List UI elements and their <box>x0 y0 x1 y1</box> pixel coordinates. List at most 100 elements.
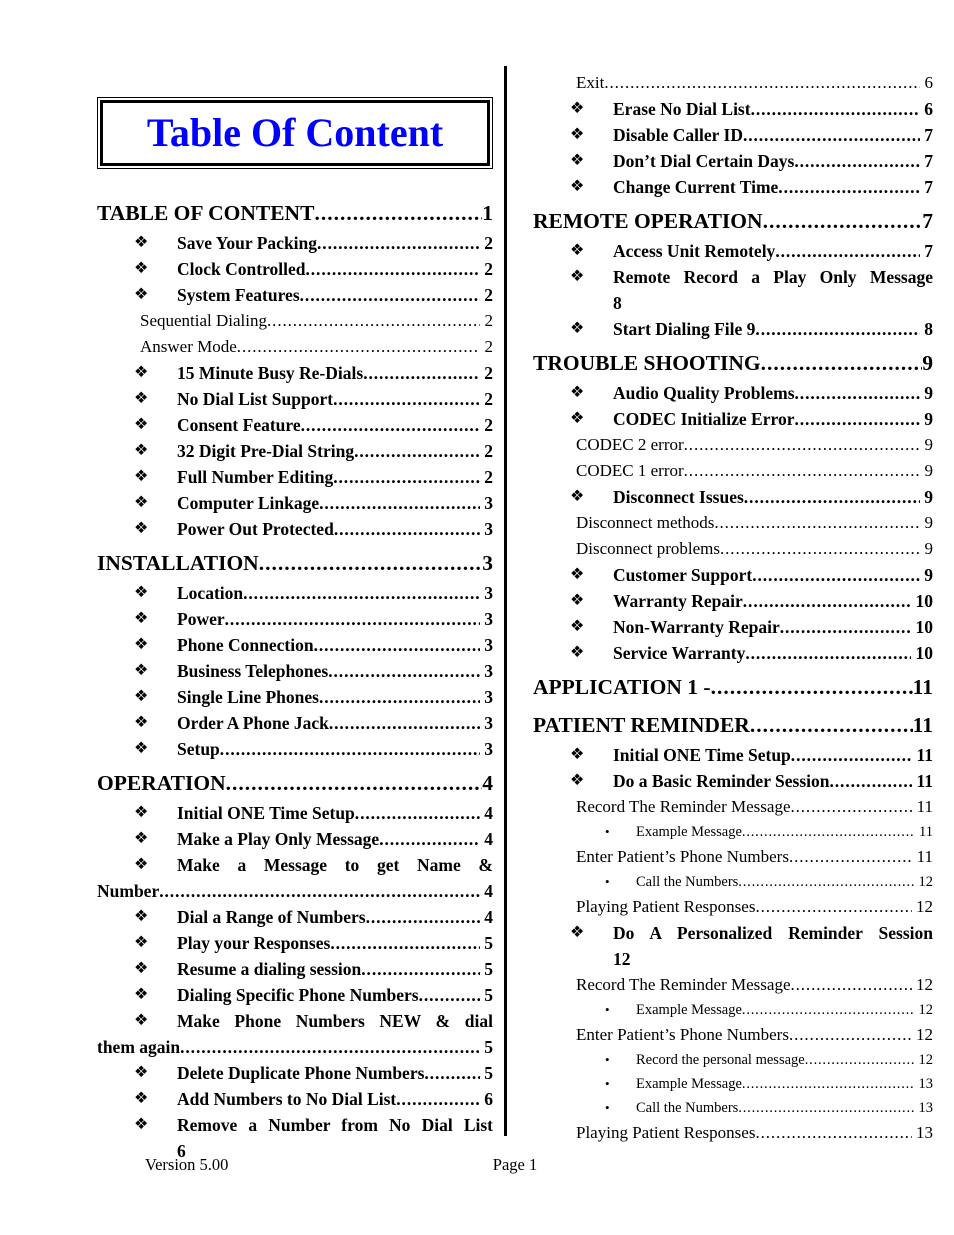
toc-entry-level-2[interactable]: ❖ Single Line Phones.....................… <box>97 684 493 710</box>
toc-entry-page-number: 1 <box>482 201 493 225</box>
toc-entry-level-2[interactable]: ❖ Initial ONE Time Setup.................… <box>533 742 933 768</box>
toc-entry-level-2[interactable]: ❖ Delete Duplicate Phone Numbers.........… <box>97 1060 493 1086</box>
toc-entry-level-2[interactable]: ❖ Initial ONE Time Setup.................… <box>97 800 493 826</box>
toc-entry-level-2[interactable]: ❖ Save Your Packing......................… <box>97 230 493 256</box>
diamond-bullet-icon: ❖ <box>134 830 149 847</box>
toc-entry-label: Phone Connection <box>177 635 314 655</box>
dot-leader: ........................................… <box>741 1002 915 1018</box>
toc-entry-level-1[interactable]: TABLE OF CONTENT........................… <box>97 197 493 230</box>
toc-entry-level-3[interactable]: CODEC 2 error...........................… <box>533 432 933 458</box>
toc-entry-level-2[interactable]: ❖ Don’t Dial Certain Days................… <box>533 148 933 174</box>
dot-leader: ........................................… <box>742 591 912 611</box>
toc-entry-level-1[interactable]: TROUBLE SHOOTING........................… <box>533 347 933 380</box>
toc-entry-level-2[interactable]: ❖ Audio Quality Problems.................… <box>533 380 933 406</box>
toc-entry-level-3[interactable]: Record The Reminder Message.............… <box>533 972 933 998</box>
toc-entry-page-number: 6 <box>919 99 933 119</box>
toc-entry-level-1[interactable]: INSTALLATION............................… <box>97 547 493 580</box>
toc-entry-label: Disable Caller ID <box>613 125 743 145</box>
diamond-bullet-icon: ❖ <box>134 234 149 251</box>
toc-entry-level-2[interactable]: ❖ Warranty Repair........................… <box>533 588 933 614</box>
toc-entry-level-2[interactable]: ❖ Remote Record a Play Only Message 8 <box>533 264 933 316</box>
toc-entry-level-2[interactable]: ❖ System Features........................… <box>97 282 493 308</box>
dot-leader: ........................................… <box>790 745 913 765</box>
toc-entry-level-2[interactable]: ❖ Power..................................… <box>97 606 493 632</box>
toc-entry-level-3[interactable]: Playing Patient Responses...............… <box>533 1120 933 1146</box>
toc-entry-level-2[interactable]: ❖ CODEC Initialize Error.................… <box>533 406 933 432</box>
toc-entry-level-4[interactable]: • Example Message........................… <box>533 820 933 844</box>
toc-entry-level-2[interactable]: ❖ Phone Connection.......................… <box>97 632 493 658</box>
toc-entry-level-2[interactable]: ❖ Business Telephones....................… <box>97 658 493 684</box>
toc-entry-level-2[interactable]: ❖ Non-Warranty Repair....................… <box>533 614 933 640</box>
toc-entry-level-2[interactable]: ❖ Make Phone Numbers NEW & dial them again… <box>97 1008 493 1060</box>
dot-leader: ........................................… <box>683 461 921 480</box>
toc-entry-level-4[interactable]: • Example Message........................… <box>533 1072 933 1096</box>
toc-entry-level-3[interactable]: Record The Reminder Message.............… <box>533 794 933 820</box>
toc-entry-level-3[interactable]: Enter Patient’s Phone Numbers...........… <box>533 1022 933 1048</box>
dot-leader: ........................................… <box>379 829 480 849</box>
toc-entry-level-2[interactable]: ❖ Service Warranty.......................… <box>533 640 933 666</box>
toc-entry-level-2[interactable]: ❖ Location...............................… <box>97 580 493 606</box>
toc-entry-level-2[interactable]: ❖ Make a Message to get Name & Number.....… <box>97 852 493 904</box>
toc-entry-level-2[interactable]: ❖ Disconnect Issues......................… <box>533 484 933 510</box>
footer-page-number: Page 1 <box>492 1155 538 1174</box>
toc-entry-label: Call the Numbers <box>636 874 739 890</box>
toc-entry-level-2[interactable]: ❖ Make a Play Only Message...............… <box>97 826 493 852</box>
toc-entry-level-3[interactable]: Answer Mode.............................… <box>97 334 493 360</box>
toc-entry-level-2[interactable]: ❖ Change Current Time....................… <box>533 174 933 200</box>
toc-entry-level-2[interactable]: ❖ Do A Personalized Reminder Session 12 <box>533 920 933 972</box>
diamond-bullet-icon: ❖ <box>134 416 149 433</box>
dot-leader: ........................................… <box>794 383 920 403</box>
toc-entry-level-4[interactable]: • Call the Numbers.......................… <box>533 870 933 894</box>
toc-entry-level-2[interactable]: ❖ Setup..................................… <box>97 736 493 762</box>
toc-entry-level-3[interactable]: Playing Patient Responses...............… <box>533 894 933 920</box>
toc-entry-level-1[interactable]: OPERATION...............................… <box>97 767 493 800</box>
toc-entry-level-2[interactable]: ❖ Do a Basic Reminder Session............… <box>533 768 933 794</box>
toc-entry-page-number: 2 <box>479 467 493 487</box>
toc-entry-level-3[interactable]: Exit....................................… <box>533 70 933 96</box>
toc-entry-level-4[interactable]: • Call the Numbers.......................… <box>533 1096 933 1120</box>
toc-entry-level-1[interactable]: APPLICATION 1 -.........................… <box>533 671 933 704</box>
toc-entry-level-2[interactable]: ❖ Disable Caller ID......................… <box>533 122 933 148</box>
toc-entry-level-2[interactable]: ❖ Start Dialing File 9...................… <box>533 316 933 342</box>
toc-entry-label: Play your Responses <box>177 933 331 953</box>
toc-entry-page-number: 8 <box>919 319 933 339</box>
toc-entry-page-number: 5 <box>479 933 493 953</box>
toc-entry-level-3[interactable]: CODEC 1 error...........................… <box>533 458 933 484</box>
toc-entry-level-2[interactable]: ❖ Erase No Dial List.....................… <box>533 96 933 122</box>
toc-entry-page-number: 12 <box>914 1002 934 1018</box>
toc-entry-level-2[interactable]: ❖ Full Number Editing....................… <box>97 464 493 490</box>
toc-entry-page-number: 4 <box>479 803 493 823</box>
column-divider <box>504 66 507 1136</box>
toc-entry-level-2[interactable]: ❖ 32 Digit Pre-Dial String...............… <box>97 438 493 464</box>
toc-entry-level-2[interactable]: ❖ Power Out Protected....................… <box>97 516 493 542</box>
toc-entry-level-2[interactable]: ❖ Consent Feature........................… <box>97 412 493 438</box>
toc-entry-level-2[interactable]: ❖ Resume a dialing session...............… <box>97 956 493 982</box>
toc-entry-level-4[interactable]: • Example Message........................… <box>533 998 933 1022</box>
toc-entry-level-2[interactable]: ❖ No Dial List Support...................… <box>97 386 493 412</box>
toc-entry-level-2[interactable]: ❖ Customer Support.......................… <box>533 562 933 588</box>
toc-entry-level-1[interactable]: REMOTE OPERATION........................… <box>533 205 933 238</box>
toc-entry-page-number: 7 <box>922 209 933 233</box>
toc-entry-level-3[interactable]: Sequential Dialing......................… <box>97 308 493 334</box>
toc-entry-level-3[interactable]: Enter Patient’s Phone Numbers...........… <box>533 844 933 870</box>
toc-entry-level-2[interactable]: ❖ Access Unit Remotely...................… <box>533 238 933 264</box>
toc-entry-level-2[interactable]: ❖ Computer Linkage.......................… <box>97 490 493 516</box>
dot-leader: ........................................… <box>710 675 913 699</box>
diamond-bullet-icon: ❖ <box>570 320 585 337</box>
toc-entry-level-2[interactable]: ❖ Clock Controlled.......................… <box>97 256 493 282</box>
toc-entry-page-number: 12 <box>911 897 933 916</box>
toc-entry-level-2[interactable]: ❖ Play your Responses....................… <box>97 930 493 956</box>
toc-entry-label: Full Number Editing <box>177 467 334 487</box>
toc-entry-page-number: 9 <box>922 351 933 375</box>
toc-entry-level-2[interactable]: ❖ Dial a Range of Numbers................… <box>97 904 493 930</box>
toc-entry-level-2[interactable]: ❖ Add Numbers to No Dial List............… <box>97 1086 493 1112</box>
toc-entry-level-2[interactable]: ❖ 15 Minute Busy Re-Dials................… <box>97 360 493 386</box>
toc-entry-level-4[interactable]: • Record the personal message............… <box>533 1048 933 1072</box>
toc-entry-level-3[interactable]: Disconnect methods......................… <box>533 510 933 536</box>
dot-leader: ........................................… <box>243 583 480 603</box>
toc-entry-level-3[interactable]: Disconnect problems.....................… <box>533 536 933 562</box>
toc-entry-page-number: 9 <box>920 435 934 454</box>
toc-entry-level-1[interactable]: PATIENT REMINDER........................… <box>533 709 933 742</box>
toc-entry-level-2[interactable]: ❖ Dialing Specific Phone Numbers.........… <box>97 982 493 1008</box>
toc-entry-level-2[interactable]: ❖ Order A Phone Jack.....................… <box>97 710 493 736</box>
